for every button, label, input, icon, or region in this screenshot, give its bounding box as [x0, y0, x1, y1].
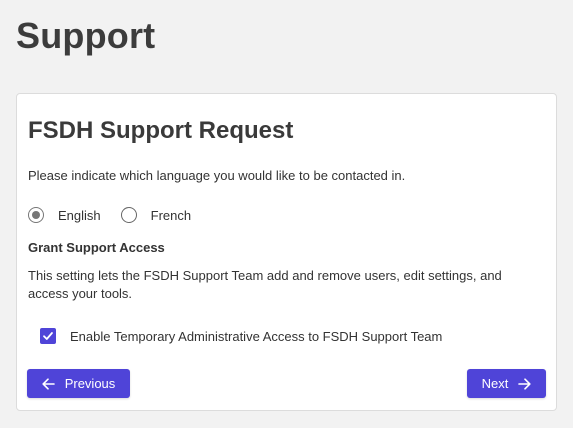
- radio-french[interactable]: [120, 207, 137, 223]
- radio-option-english[interactable]: English: [28, 207, 101, 223]
- grant-access-description: This setting lets the FSDH Support Team …: [28, 268, 502, 301]
- previous-button-label: Previous: [64, 376, 116, 391]
- radio-selected-dot: [32, 211, 40, 219]
- radio-option-french[interactable]: French: [120, 207, 192, 223]
- admin-access-checkbox-label: Enable Temporary Administrative Access t…: [70, 328, 443, 344]
- previous-button[interactable]: Previous: [27, 369, 130, 398]
- page-title: Support: [16, 15, 156, 56]
- support-request-card: FSDH Support Request Please indicate whi…: [16, 93, 557, 411]
- radio-label-english: English: [58, 207, 101, 223]
- next-button-label: Next: [481, 376, 509, 391]
- arrow-right-icon: [518, 377, 531, 390]
- language-radio-group: English French: [28, 207, 211, 223]
- next-button[interactable]: Next: [467, 369, 546, 398]
- admin-access-checkbox[interactable]: [40, 328, 56, 344]
- radio-english[interactable]: [28, 207, 44, 223]
- radio-label-french: French: [150, 207, 192, 223]
- arrow-left-icon: [42, 377, 55, 390]
- grant-access-heading: Grant Support Access: [28, 240, 165, 255]
- checkmark-icon: [43, 332, 53, 340]
- language-prompt: Please indicate which language you would…: [28, 168, 406, 183]
- card-title: FSDH Support Request: [28, 117, 294, 144]
- admin-access-checkbox-row[interactable]: Enable Temporary Administrative Access t…: [40, 328, 442, 344]
